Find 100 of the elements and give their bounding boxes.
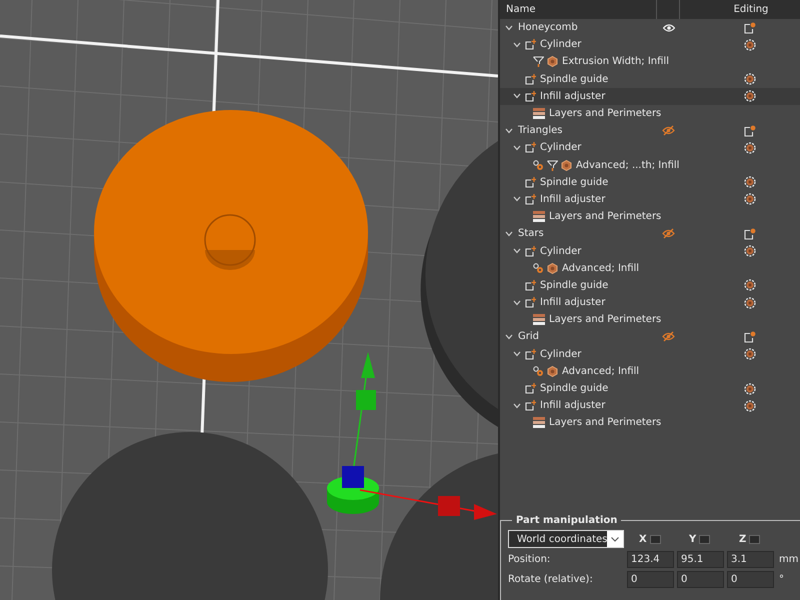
item-name: Cylinder [540, 142, 582, 154]
tree-row[interactable]: Layers and Perimeters [500, 104, 800, 122]
chevron-icon[interactable] [513, 402, 521, 409]
hidden-eye-icon[interactable] [662, 125, 675, 136]
part-settings-icon[interactable] [744, 73, 756, 86]
number-field[interactable]: 3.1 [727, 551, 774, 568]
tree-row[interactable]: Layers and Perimeters [500, 311, 800, 328]
row-label: Rotate (relative): [508, 574, 594, 585]
tree-row[interactable]: Layers and Perimeters [500, 208, 800, 226]
unit-label: ° [778, 574, 785, 585]
column-header[interactable]: Editing [680, 0, 800, 19]
part-settings-icon[interactable] [744, 193, 756, 206]
gears-icon [533, 160, 544, 171]
tree-row[interactable]: Cylinder [500, 242, 800, 260]
tree-row[interactable]: Cylinder [500, 346, 800, 363]
part-settings-icon[interactable] [744, 38, 756, 51]
number-field[interactable]: 0 [727, 571, 774, 588]
part-settings-icon[interactable] [744, 142, 756, 154]
move-gizmo-drawing[interactable] [327, 352, 497, 520]
chevron-icon[interactable] [513, 144, 521, 151]
tree-row[interactable]: Infill adjuster [500, 190, 800, 208]
chevron-icon[interactable] [505, 24, 513, 31]
tree-row[interactable]: Layers and Perimeters [500, 414, 800, 432]
funnel-icon [547, 160, 558, 171]
chevron-icon[interactable] [505, 230, 513, 237]
hidden-eye-icon[interactable] [662, 228, 675, 240]
chevron-icon[interactable] [513, 248, 521, 254]
funnel-icon [533, 56, 544, 68]
gears-icon [533, 262, 544, 274]
hexagon-icon [547, 366, 558, 377]
object-settings-icon[interactable] [744, 124, 756, 137]
tree-row[interactable]: Advanced; Infill [500, 362, 800, 380]
tree-row[interactable]: Cylinder [500, 139, 800, 156]
item-name: Layers and Perimeters [549, 417, 662, 428]
part-settings-icon[interactable] [744, 176, 756, 188]
tree-row[interactable]: Infill adjuster [500, 397, 800, 414]
object-settings-icon[interactable] [744, 228, 756, 240]
eye-icon[interactable] [662, 24, 674, 32]
tree-row[interactable]: Infill adjuster [500, 88, 800, 105]
item-name: Advanced; Infill [562, 366, 640, 377]
hidden-eye-icon[interactable] [662, 331, 675, 342]
part-icon [525, 90, 536, 102]
part-icon [525, 297, 536, 308]
tree-row[interactable]: Spindle guide [500, 276, 800, 294]
tree-row[interactable]: Spindle guide [500, 70, 800, 88]
part-settings-icon[interactable] [744, 245, 756, 258]
tree-row[interactable]: Triangles [500, 122, 800, 140]
axis-label: X [639, 534, 647, 544]
chevron-icon[interactable] [513, 300, 521, 306]
gears-icon [533, 366, 544, 377]
number-field[interactable]: 123.4 [627, 551, 674, 568]
part-settings-icon[interactable] [744, 296, 756, 309]
hexagon-icon [561, 160, 572, 171]
layers-icon [533, 211, 545, 222]
item-name: Triangles [518, 125, 562, 136]
tree-row[interactable]: Extrusion Width; Infill [500, 53, 800, 71]
number-field[interactable]: 0 [627, 571, 674, 588]
tree-row[interactable]: Grid [500, 328, 800, 346]
number-field[interactable]: 95.1 [677, 551, 724, 568]
chevron-icon[interactable] [513, 351, 521, 358]
hexagon-icon [547, 262, 558, 274]
item-name: Advanced; Infill [562, 262, 640, 274]
part-settings-icon[interactable] [744, 400, 756, 412]
tree-row[interactable]: Spindle guide [500, 174, 800, 191]
object-settings-icon[interactable] [744, 22, 756, 34]
tree-row[interactable]: Advanced; ...th; Infill [500, 156, 800, 174]
tree-row[interactable]: Infill adjuster [500, 294, 800, 312]
part-settings-icon[interactable] [744, 90, 756, 102]
item-name: Cylinder [540, 348, 582, 360]
object-settings-icon[interactable] [744, 330, 756, 343]
item-name: Spindle guide [540, 383, 608, 394]
chevron-icon[interactable] [505, 334, 513, 340]
chevron-icon[interactable] [513, 93, 521, 100]
item-name: Layers and Perimeters [549, 314, 662, 326]
item-name: Layers and Perimeters [549, 211, 662, 222]
part-settings-icon[interactable] [744, 279, 756, 292]
coordinates-dropdown[interactable]: World coordinates [508, 530, 624, 548]
row-label: Position: [508, 554, 552, 565]
item-name: Layers and Perimeters [549, 108, 662, 120]
part-settings-icon[interactable] [744, 348, 756, 360]
chevron-icon[interactable] [505, 128, 513, 134]
tree-row[interactable]: Stars [500, 225, 800, 242]
part-icon [525, 280, 536, 291]
item-name: Infill adjuster [540, 297, 606, 308]
layers-icon [533, 417, 545, 428]
item-name: Cylinder [540, 246, 582, 257]
part-icon [525, 400, 536, 412]
number-field[interactable]: 0 [677, 571, 724, 588]
column-header[interactable]: Name [500, 0, 657, 19]
chevron-icon[interactable] [513, 42, 521, 48]
tree-row[interactable]: Spindle guide [500, 380, 800, 398]
tree-row[interactable]: Cylinder [500, 36, 800, 54]
chevron-icon[interactable] [513, 196, 521, 202]
item-name: Grid [518, 331, 539, 342]
tree-row[interactable]: Honeycomb [500, 19, 800, 36]
hexagon-icon [547, 56, 558, 68]
tree-row[interactable]: Advanced; Infill [500, 260, 800, 277]
part-icon [525, 383, 536, 394]
caret-icon [611, 536, 620, 542]
part-settings-icon[interactable] [744, 382, 756, 395]
